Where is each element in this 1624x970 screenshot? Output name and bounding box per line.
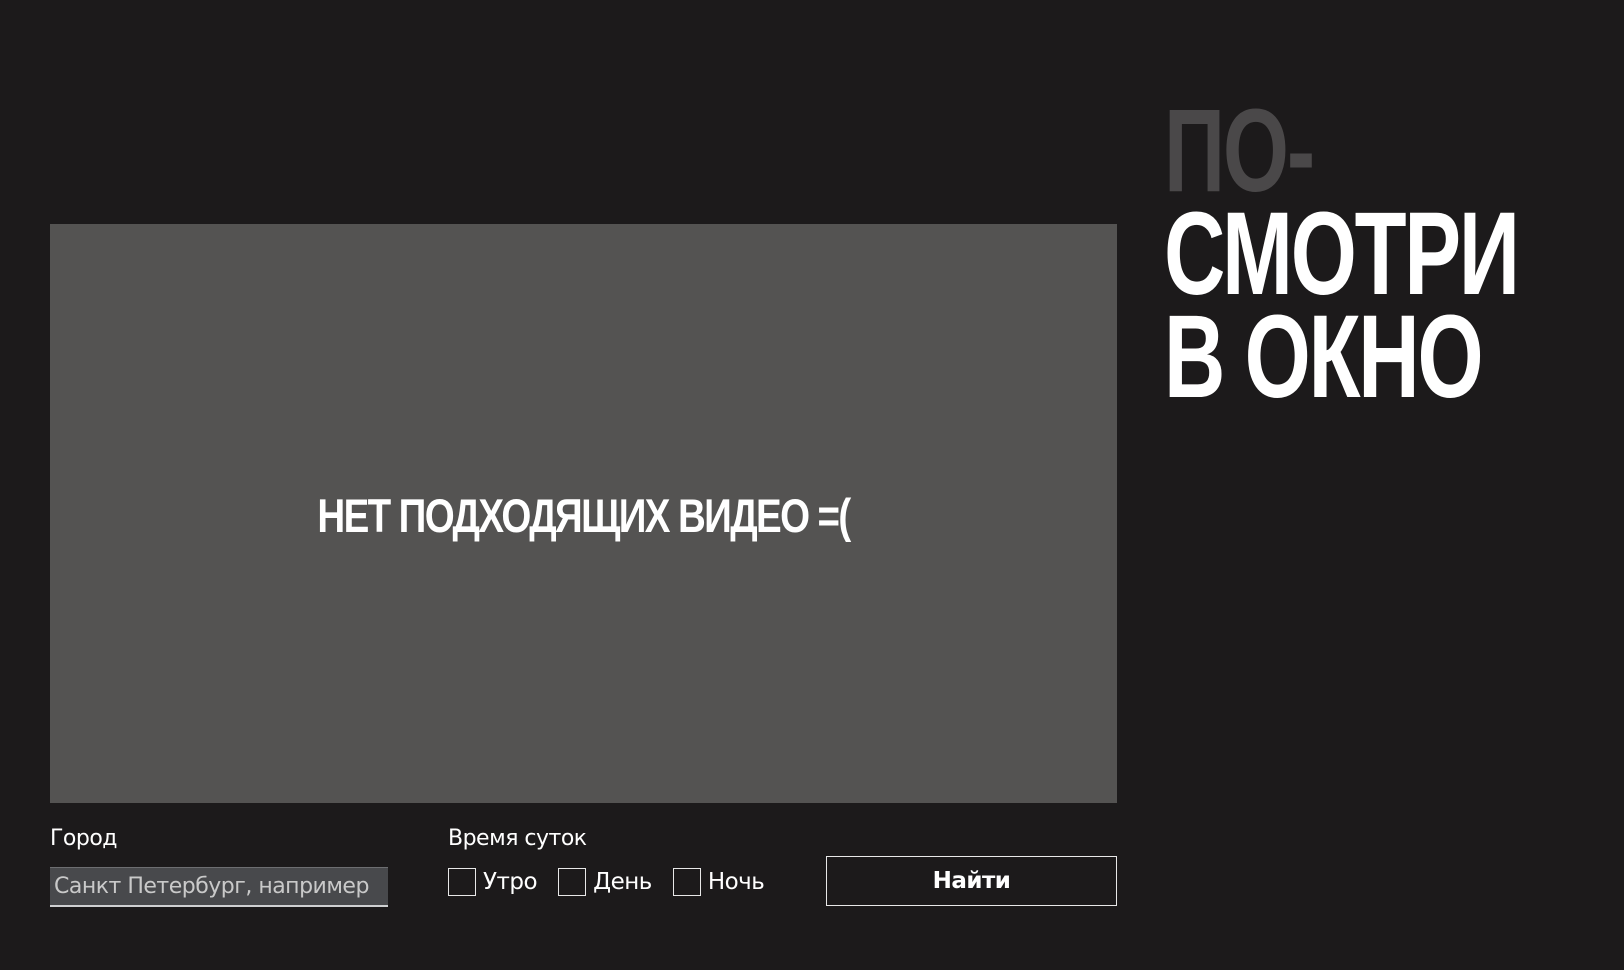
title-line-3: В ОКНО <box>1164 291 1484 423</box>
checkbox-morning-box[interactable] <box>448 868 476 896</box>
checkbox-morning[interactable]: Утро <box>448 868 538 896</box>
city-input[interactable] <box>50 867 388 907</box>
checkbox-day-label: День <box>593 869 652 895</box>
time-of-day-label: Время суток <box>448 826 587 851</box>
time-of-day-filter: Время суток Утро День Ночь <box>448 826 765 896</box>
checkbox-night[interactable]: Ночь <box>672 868 765 896</box>
no-video-message: НЕТ ПОДХОДЯЩИХ ВИДЕО =( <box>317 489 851 542</box>
checkbox-night-box[interactable] <box>672 868 701 896</box>
time-of-day-options: Утро День Ночь <box>448 868 785 896</box>
city-filter: Город <box>50 826 388 907</box>
checkbox-morning-label: Утро <box>483 869 538 895</box>
checkbox-day[interactable]: День <box>558 868 652 896</box>
checkbox-day-box[interactable] <box>558 868 587 896</box>
checkbox-night-label: Ночь <box>707 869 765 895</box>
video-area: НЕТ ПОДХОДЯЩИХ ВИДЕО =( <box>50 224 1117 803</box>
find-button[interactable]: Найти <box>826 856 1117 906</box>
city-label: Город <box>50 826 118 851</box>
page-title: ПО- СМОТРИ В ОКНО <box>1164 92 1520 423</box>
